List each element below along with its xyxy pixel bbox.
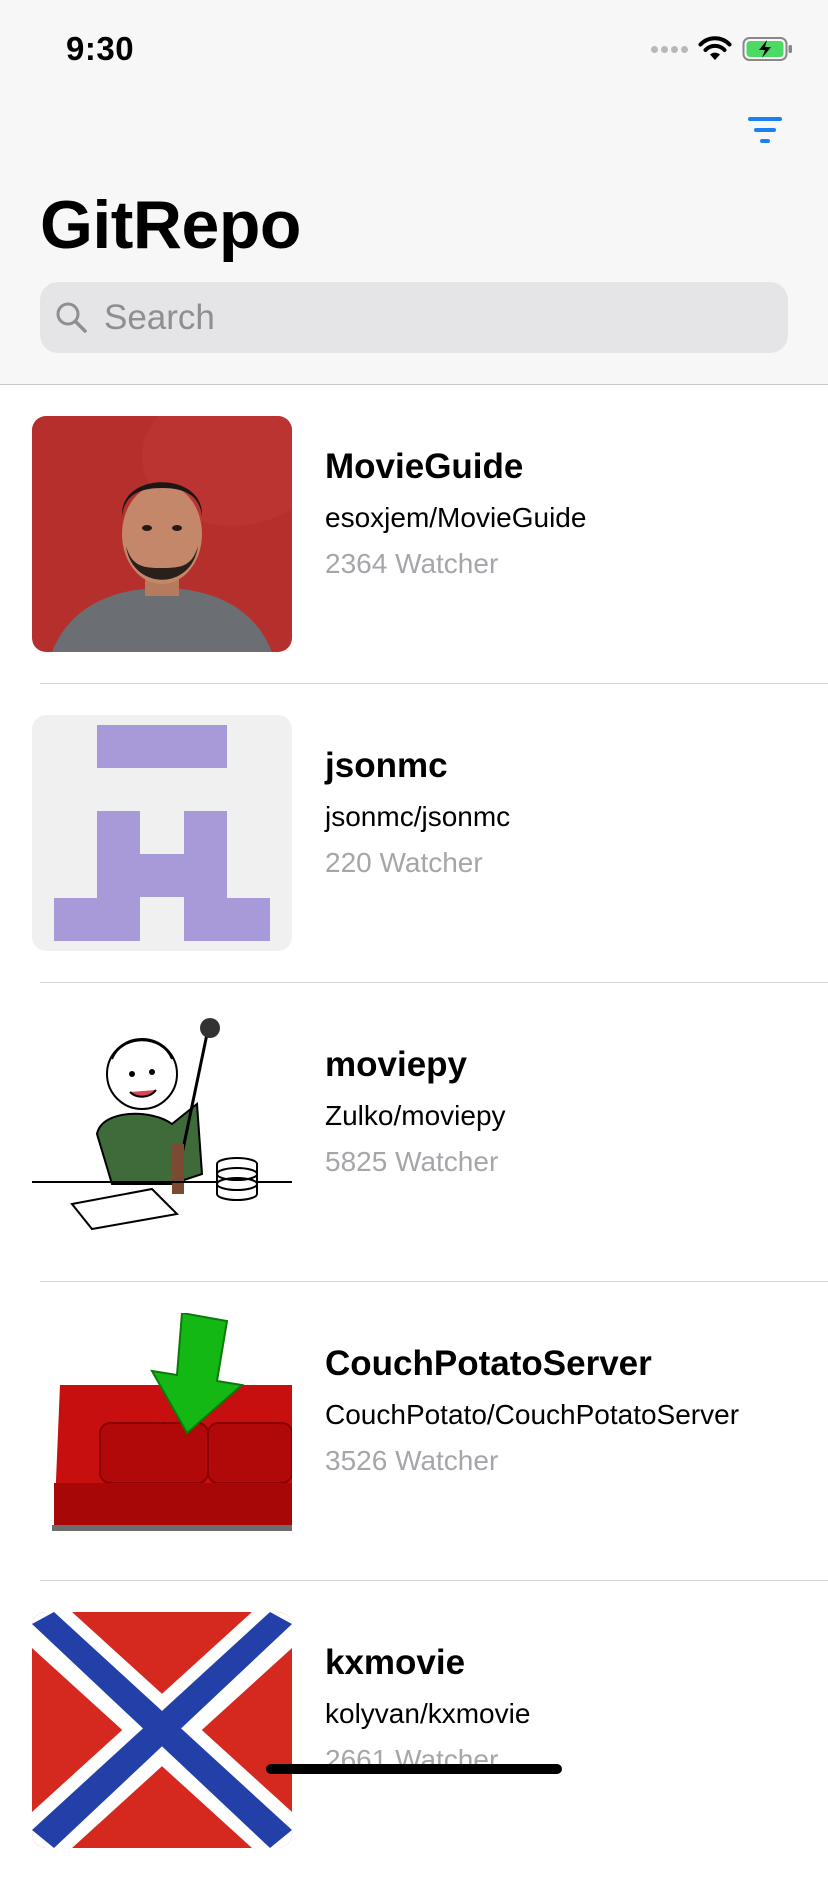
list-item[interactable]: CouchPotatoServer CouchPotato/CouchPotat… xyxy=(0,1282,828,1581)
repo-name: moviepy xyxy=(325,1045,467,1084)
list-item[interactable]: jsonmc jsonmc/jsonmc 220 Watcher xyxy=(0,684,828,983)
repo-watchers: 220 Watcher xyxy=(325,847,483,878)
status-time: 9:30 xyxy=(66,30,135,67)
home-indicator[interactable] xyxy=(266,1764,562,1774)
repo-watchers: 2364 Watcher xyxy=(325,548,499,579)
filter-icon[interactable] xyxy=(746,114,784,146)
repo-full-name: jsonmc/jsonmc xyxy=(325,801,511,832)
repo-full-name: CouchPotato/CouchPotatoServer xyxy=(325,1399,740,1430)
navigation-header: 9:30 GitRepo xyxy=(0,0,828,385)
cellular-signal-icon xyxy=(651,45,688,53)
repo-name: kxmovie xyxy=(325,1643,466,1682)
repo-list: MovieGuide esoxjem/MovieGuide 2364 Watch… xyxy=(0,385,828,1880)
repo-name: CouchPotatoServer xyxy=(325,1344,652,1383)
identicon-avatar xyxy=(32,715,292,951)
search-icon xyxy=(56,302,87,333)
repo-watchers: 3526 Watcher xyxy=(325,1445,499,1476)
search-bar[interactable] xyxy=(40,282,788,353)
list-item[interactable]: moviepy Zulko/moviepy 5825 Watcher xyxy=(0,983,828,1282)
portrait-avatar xyxy=(32,416,292,652)
repo-name: jsonmc xyxy=(325,746,448,785)
flag-avatar xyxy=(32,1612,292,1848)
couch-avatar xyxy=(32,1313,292,1549)
page-title: GitRepo xyxy=(40,187,301,263)
repo-name: MovieGuide xyxy=(325,447,524,486)
status-icons xyxy=(651,36,794,62)
search-input[interactable] xyxy=(102,296,746,339)
list-item[interactable]: MovieGuide esoxjem/MovieGuide 2364 Watch… xyxy=(0,385,828,684)
repo-full-name: esoxjem/MovieGuide xyxy=(325,502,587,533)
cartoon-avatar xyxy=(32,1014,292,1250)
repo-watchers: 5825 Watcher xyxy=(325,1146,499,1177)
list-item[interactable]: kxmovie kolyvan/kxmovie 2661 Watcher xyxy=(0,1581,828,1880)
repo-full-name: kolyvan/kxmovie xyxy=(325,1698,531,1729)
wifi-icon xyxy=(698,36,732,60)
battery-charging-icon xyxy=(742,37,792,61)
repo-full-name: Zulko/moviepy xyxy=(325,1100,506,1131)
